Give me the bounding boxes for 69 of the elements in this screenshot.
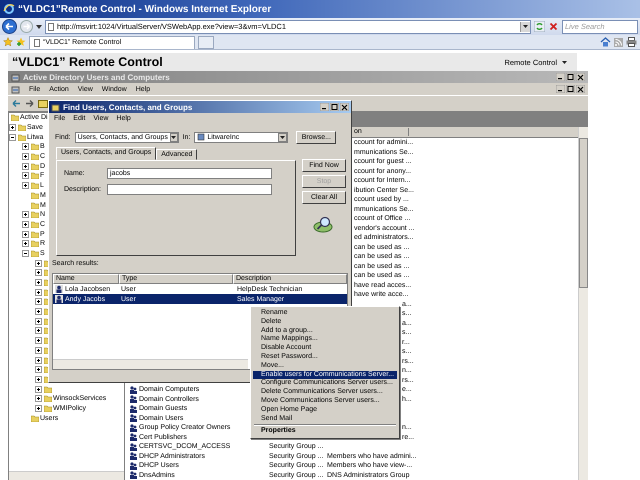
- expander-icon[interactable]: [35, 260, 42, 267]
- expander-icon[interactable]: [35, 386, 42, 393]
- minimize-button[interactable]: [556, 73, 565, 81]
- minimize-button[interactable]: [320, 103, 329, 111]
- maximize-button[interactable]: [566, 73, 575, 81]
- expander-icon[interactable]: [22, 143, 29, 150]
- horizontal-scrollbar[interactable]: [53, 359, 248, 369]
- horizontal-scrollbar[interactable]: [9, 471, 124, 480]
- stop-button[interactable]: [548, 21, 559, 32]
- page-heading: “VLDC1” Remote Control: [12, 55, 163, 69]
- expander-icon[interactable]: [35, 279, 42, 286]
- expander-icon[interactable]: [9, 124, 16, 132]
- expander-icon[interactable]: [35, 356, 42, 364]
- input-field[interactable]: [107, 184, 272, 195]
- back-arrow-icon[interactable]: [12, 100, 21, 107]
- forward-arrow-icon[interactable]: [25, 100, 34, 107]
- close-button[interactable]: [576, 73, 585, 81]
- window-title: Active Directory Users and Computers: [23, 72, 171, 82]
- expander-icon[interactable]: [22, 230, 29, 238]
- expander-icon[interactable]: [9, 134, 16, 141]
- expander-icon[interactable]: [35, 298, 42, 306]
- search-app-icon: [51, 102, 60, 112]
- back-button[interactable]: [2, 19, 17, 34]
- expander-icon[interactable]: [22, 182, 29, 190]
- expander-icon[interactable]: [22, 162, 29, 170]
- expander-icon[interactable]: [22, 153, 29, 160]
- expander-icon[interactable]: [35, 395, 42, 402]
- expander-icon[interactable]: [22, 220, 29, 228]
- caret-icon: [280, 136, 286, 138]
- app-icon: [11, 84, 20, 94]
- maximize-button[interactable]: [330, 103, 339, 111]
- domain-icon: [197, 133, 206, 141]
- caret-icon: [523, 25, 528, 28]
- history-dropdown-button[interactable]: [36, 24, 42, 28]
- caret-icon: [171, 136, 176, 138]
- expander-icon[interactable]: [22, 240, 29, 248]
- close-button[interactable]: [576, 85, 585, 93]
- expander-icon[interactable]: [35, 366, 42, 374]
- expander-icon[interactable]: [35, 318, 42, 325]
- caret-icon: [562, 60, 567, 64]
- favorites-star-icon[interactable]: [3, 37, 13, 47]
- home-icon[interactable]: [600, 37, 611, 47]
- expander-icon[interactable]: [35, 269, 42, 276]
- expander-icon[interactable]: [22, 250, 29, 257]
- search-icon: [312, 215, 334, 233]
- expander-icon[interactable]: [35, 337, 42, 344]
- expander-icon[interactable]: [35, 308, 42, 316]
- print-icon[interactable]: [626, 37, 637, 47]
- address-dropdown-button[interactable]: [520, 22, 530, 32]
- expander-icon[interactable]: [35, 327, 42, 334]
- minimize-button[interactable]: [556, 85, 565, 93]
- expander-icon[interactable]: [35, 346, 42, 354]
- expander-icon[interactable]: [35, 404, 42, 412]
- close-button[interactable]: [340, 103, 349, 111]
- vertical-scrollbar[interactable]: [578, 127, 588, 480]
- refresh-button[interactable]: [534, 21, 545, 32]
- expander-icon[interactable]: [35, 288, 42, 296]
- user-icon: [55, 285, 63, 293]
- expander-icon[interactable]: [35, 376, 42, 383]
- dialog-title: Find Users, Contacts, and Groups: [63, 102, 194, 112]
- browser-logo-icon: [3, 3, 15, 15]
- expander-icon[interactable]: [22, 172, 29, 180]
- user-icon: [55, 295, 63, 303]
- add-favorite-icon[interactable]: [16, 37, 26, 47]
- up-folder-icon[interactable]: [38, 99, 48, 108]
- window-title: “VLDC1”Remote Control - Windows Internet Explorer: [18, 4, 272, 14]
- app-icon: [11, 72, 20, 82]
- expander-icon[interactable]: [22, 211, 29, 218]
- maximize-button[interactable]: [566, 85, 575, 93]
